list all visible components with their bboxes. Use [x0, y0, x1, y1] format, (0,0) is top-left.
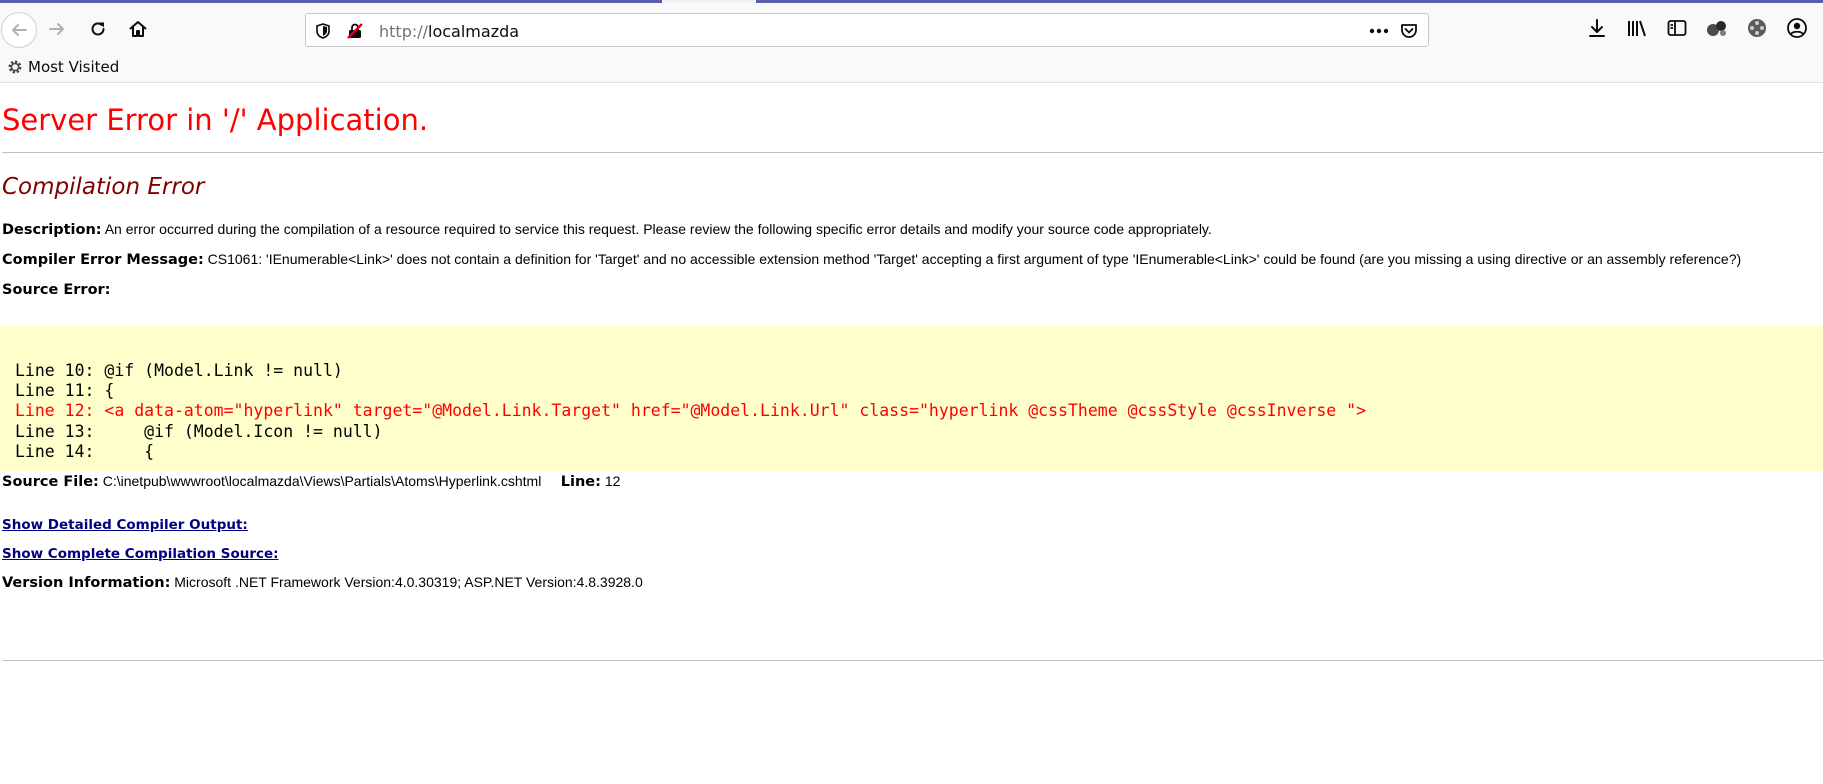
- forward-arrow-icon: [49, 23, 64, 35]
- home-icon: [129, 21, 147, 37]
- url-protocol: http://: [379, 22, 429, 41]
- show-detailed-compiler-output-link[interactable]: Show Detailed Compiler Output:: [2, 517, 248, 533]
- home-button[interactable]: [122, 13, 154, 45]
- line-number: 12: [604, 473, 621, 489]
- code-line: Line 13: @if (Model.Icon != null): [15, 421, 383, 441]
- extension-icon[interactable]: [1704, 15, 1730, 41]
- source-file-label: Source File:: [2, 474, 99, 490]
- bookmark-most-visited[interactable]: Most Visited: [7, 56, 119, 78]
- source-file-row: Source File: C:\inetpub\wwwroot\localmaz…: [2, 473, 620, 490]
- divider: [2, 660, 1823, 661]
- code-line: Line 14: {: [15, 441, 155, 461]
- back-button[interactable]: [1, 12, 37, 48]
- compiler-message-row: Compiler Error Message: CS1061: 'IEnumer…: [2, 251, 1741, 268]
- insecure-lock-icon[interactable]: [344, 20, 366, 42]
- account-icon[interactable]: [1784, 15, 1810, 41]
- reload-icon: [91, 22, 105, 36]
- pocket-icon[interactable]: [1398, 20, 1420, 42]
- url-bar[interactable]: http://localmazda: [305, 13, 1429, 47]
- tracking-shield-icon[interactable]: [312, 20, 334, 42]
- library-icon[interactable]: [1624, 15, 1650, 41]
- gear-icon: [8, 60, 22, 74]
- version-label: Version Information:: [2, 575, 171, 591]
- extension-film-icon[interactable]: [1744, 15, 1770, 41]
- downloads-icon[interactable]: [1584, 15, 1610, 41]
- code-line-error: Line 12: <a data-atom="hyperlink" target…: [15, 401, 1367, 421]
- page-title: Server Error in '/' Application.: [2, 103, 429, 137]
- page-actions-icon[interactable]: [1368, 20, 1390, 42]
- code-line: Line 11: {: [15, 381, 115, 401]
- bookmark-label: Most Visited: [28, 58, 120, 76]
- code-line: Line 10: @if (Model.Link != null): [15, 361, 343, 380]
- description-label: Description:: [2, 222, 102, 238]
- navigation-toolbar: http://localmazda: [0, 3, 1823, 53]
- compiler-message-label: Compiler Error Message:: [2, 252, 204, 268]
- code-listing: Line 10: @if (Model.Link != null) Line 1…: [15, 361, 1366, 462]
- source-code-block: Line 10: @if (Model.Link != null) Line 1…: [0, 326, 1823, 471]
- sidebar-icon[interactable]: [1664, 15, 1690, 41]
- divider: [2, 152, 1823, 153]
- reload-button[interactable]: [82, 13, 114, 45]
- url-host: localmazda: [428, 22, 520, 41]
- forward-button[interactable]: [41, 13, 73, 45]
- bookmarks-toolbar: Most Visited: [0, 53, 1823, 83]
- line-label: Line:: [560, 474, 601, 490]
- show-complete-compilation-source-link[interactable]: Show Complete Compilation Source:: [2, 546, 279, 562]
- description-text: An error occurred during the compilation…: [104, 221, 1212, 237]
- back-arrow-icon: [12, 24, 27, 36]
- source-error-row: Source Error:: [2, 281, 110, 298]
- error-type-heading: Compilation Error: [2, 174, 205, 200]
- version-row: Version Information: Microsoft .NET Fram…: [2, 574, 643, 591]
- description-row: Description: An error occurred during th…: [2, 221, 1212, 238]
- version-text: Microsoft .NET Framework Version:4.0.303…: [174, 574, 643, 590]
- url-text[interactable]: http://localmazda: [379, 22, 519, 41]
- compiler-message-text: CS1061: 'IEnumerable<Link>' does not con…: [207, 251, 1742, 267]
- source-file-path: C:\inetpub\wwwroot\localmazda\Views\Part…: [102, 473, 542, 489]
- source-error-label: Source Error:: [2, 282, 111, 298]
